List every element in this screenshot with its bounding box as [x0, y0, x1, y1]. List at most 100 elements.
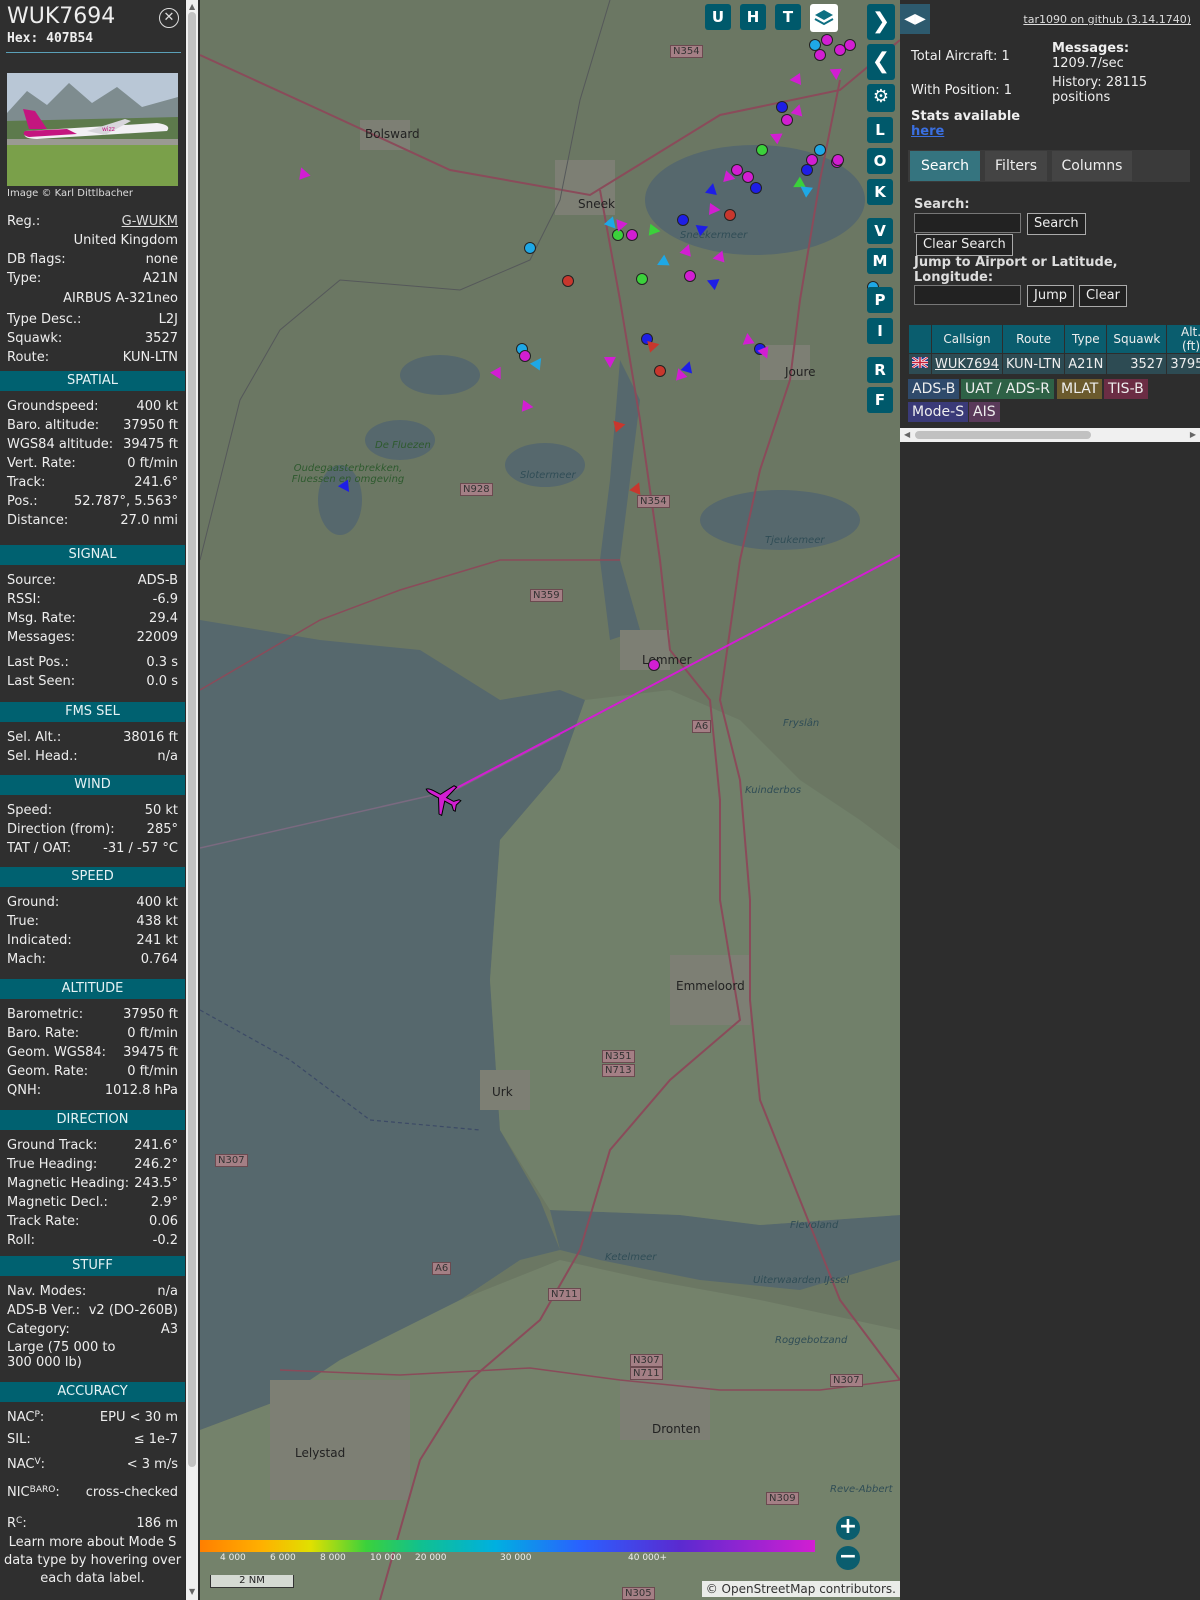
table-scroll-thumb[interactable]	[915, 431, 1091, 439]
aircraft-marker[interactable]	[832, 154, 844, 166]
clear-search-button[interactable]: Clear Search	[916, 234, 1013, 256]
map-button-k[interactable]: K	[867, 179, 893, 205]
aircraft-marker[interactable]	[636, 273, 648, 285]
row-callsign[interactable]: WUK7694	[931, 353, 1003, 375]
collapse-left-icon[interactable]: ❮	[867, 44, 895, 80]
aircraft-marker[interactable]	[750, 182, 762, 194]
map-attribution[interactable]: © OpenStreetMap contributors.	[701, 1581, 900, 1597]
scroll-right-icon[interactable]: ▶	[1190, 430, 1196, 439]
aircraft-marker[interactable]	[741, 332, 755, 345]
header-type[interactable]: Type	[1064, 324, 1108, 354]
route-label: Route:	[7, 350, 50, 365]
aircraft-marker[interactable]	[814, 144, 826, 156]
map-button-t[interactable]: T	[775, 4, 801, 30]
map-button-l[interactable]: L	[867, 117, 893, 143]
search-button[interactable]: Search	[1027, 213, 1086, 235]
road-label: N307	[630, 1354, 663, 1367]
place-label: De Fluezen	[375, 440, 431, 451]
tab-columns[interactable]: Columns	[1052, 151, 1132, 181]
direction-value: -0.2	[152, 1233, 178, 1248]
spatial-label: Distance:	[7, 513, 69, 528]
aircraft-marker[interactable]	[776, 101, 788, 113]
zoom-out-button[interactable]: −	[836, 1546, 860, 1570]
map[interactable]: Bolsward Sneek Joure Lemmer Emmeloord Urk Dron…	[200, 0, 900, 1600]
aircraft-marker[interactable]	[742, 171, 754, 183]
aircraft-marker[interactable]	[788, 73, 802, 86]
header-callsign[interactable]: Callsign	[931, 324, 1003, 354]
stats-link[interactable]: here	[911, 124, 944, 139]
altitude-scale-label: 4 000	[220, 1553, 246, 1563]
altitude-label: QNH:	[7, 1083, 42, 1098]
aircraft-marker[interactable]	[781, 114, 793, 126]
map-button-m[interactable]: M	[867, 248, 893, 274]
aircraft-marker[interactable]	[724, 209, 736, 221]
altitude-label: Barometric:	[7, 1007, 84, 1022]
github-link[interactable]: tar1090 on github (3.14.1740)	[1023, 13, 1191, 26]
aircraft-marker[interactable]	[519, 350, 531, 362]
aircraft-marker[interactable]	[705, 181, 719, 196]
toggle-sidebar-icon[interactable]: ◀▶	[900, 4, 930, 34]
tab-search[interactable]: Search	[910, 151, 980, 181]
map-button-v[interactable]: V	[867, 218, 893, 244]
expand-right-icon[interactable]: ❯	[867, 4, 895, 40]
aircraft-marker[interactable]	[648, 223, 662, 238]
altitude-value: 37950 ft	[123, 1007, 178, 1022]
aircraft-marker[interactable]	[829, 68, 843, 81]
aircraft-marker[interactable]	[613, 418, 627, 433]
aircraft-marker[interactable]	[521, 399, 535, 414]
aircraft-marker[interactable]	[821, 34, 833, 46]
accuracy-label: SIL:	[7, 1432, 31, 1447]
route-row: Route: KUN-LTN	[7, 350, 178, 369]
map-button-p[interactable]: P	[867, 287, 893, 313]
speed-row: Mach: 0.764	[7, 952, 178, 971]
map-button-i[interactable]: I	[867, 318, 893, 344]
table-horizontal-scrollbar[interactable]: ◀ ▶	[900, 428, 1200, 442]
info-panel-scrollbar[interactable]: ▲ ▼	[186, 0, 198, 1600]
road-label: N309	[766, 1492, 799, 1505]
aircraft-marker[interactable]	[677, 214, 689, 226]
close-icon[interactable]: ✕	[159, 8, 179, 28]
signal-value: 0.0 s	[146, 674, 178, 689]
aircraft-marker[interactable]	[844, 39, 856, 51]
spatial-label: Pos.:	[7, 494, 38, 509]
header-route[interactable]: Route	[1001, 324, 1066, 354]
clear-jump-button[interactable]: Clear	[1079, 285, 1127, 307]
settings-gear-icon[interactable]: ⚙	[867, 84, 895, 112]
info-panel-scroll-thumb[interactable]	[188, 12, 196, 1467]
aircraft-marker[interactable]	[708, 203, 722, 216]
aircraft-marker[interactable]	[562, 275, 574, 287]
aircraft-marker[interactable]	[711, 250, 725, 265]
search-input[interactable]	[914, 213, 1021, 233]
map-button-r[interactable]: R	[867, 357, 893, 383]
spatial-row: Baro. altitude: 37950 ft	[7, 418, 178, 437]
table-row[interactable]: WUK7694 KUN-LTN A21N 3527 37950	[908, 353, 1200, 375]
aircraft-marker[interactable]	[684, 270, 696, 282]
jump-input[interactable]	[914, 285, 1021, 305]
aircraft-marker[interactable]	[756, 144, 768, 156]
scroll-up-icon[interactable]: ▲	[189, 2, 195, 11]
map-button-u[interactable]: U	[705, 4, 731, 30]
aircraft-marker[interactable]	[626, 229, 638, 241]
zoom-in-button[interactable]: +	[836, 1516, 860, 1540]
selected-aircraft-icon[interactable]	[422, 778, 464, 818]
map-button-f[interactable]: F	[867, 387, 893, 413]
map-button-o[interactable]: O	[867, 148, 893, 174]
reg-link[interactable]: G-WUKM	[122, 214, 178, 229]
altitude-value: 0 ft/min	[127, 1064, 178, 1079]
layers-icon[interactable]	[810, 4, 838, 32]
aircraft-marker[interactable]	[809, 39, 821, 51]
jump-button[interactable]: Jump	[1027, 285, 1074, 307]
aircraft-marker[interactable]	[524, 242, 536, 254]
map-button-h[interactable]: H	[740, 4, 766, 30]
aircraft-marker[interactable]	[654, 365, 666, 377]
aircraft-marker[interactable]	[603, 356, 617, 369]
aircraft-photo[interactable]: wizz	[7, 73, 178, 186]
tab-filters[interactable]: Filters	[985, 151, 1047, 181]
scroll-left-icon[interactable]: ◀	[904, 430, 910, 439]
aircraft-marker[interactable]	[806, 154, 818, 166]
aircraft-marker[interactable]	[648, 659, 660, 671]
category-desc-line1: Large (75 000 to	[7, 1340, 116, 1355]
header-squawk[interactable]: Squawk	[1106, 324, 1168, 354]
scroll-down-icon[interactable]: ▼	[189, 1587, 195, 1596]
header-altitude[interactable]: Alt. (ft)	[1166, 324, 1200, 354]
